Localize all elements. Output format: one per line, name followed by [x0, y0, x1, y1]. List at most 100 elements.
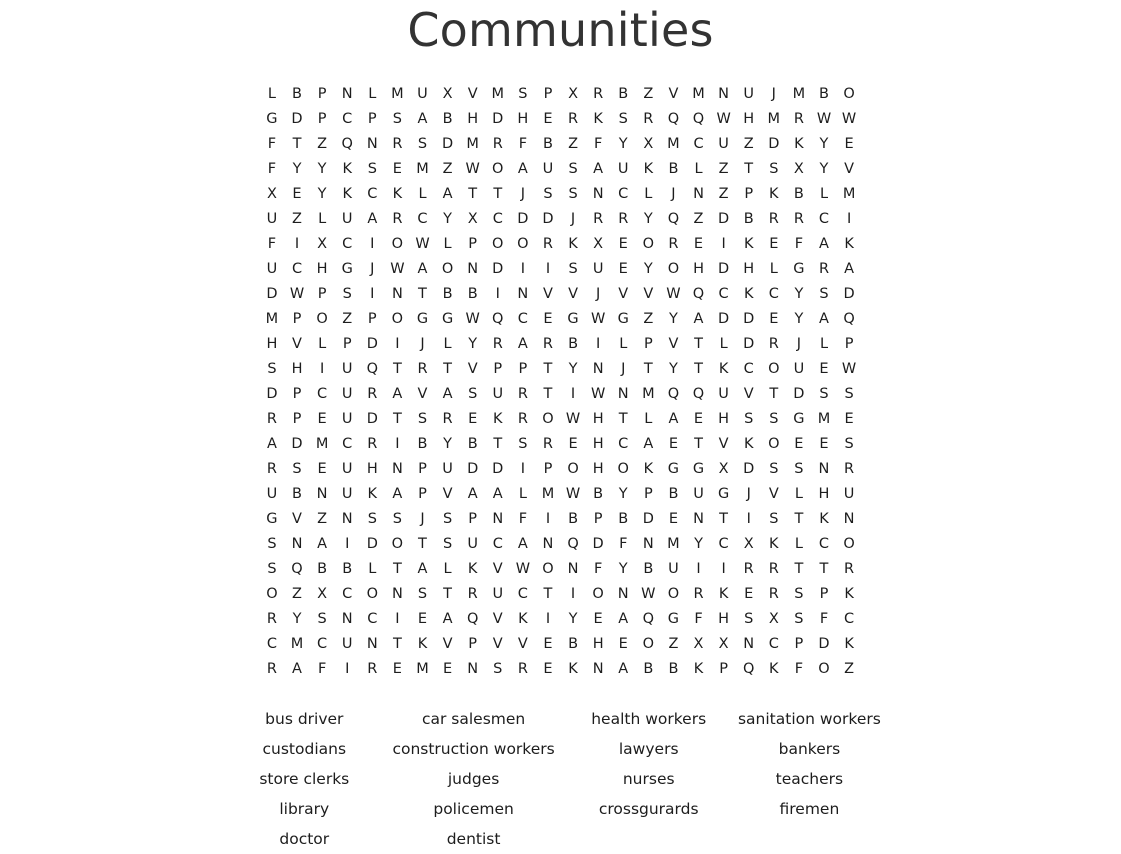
letter-cell[interactable]: B [535, 132, 560, 157]
letter-cell[interactable]: E [761, 232, 786, 257]
letter-cell[interactable]: C [611, 182, 636, 207]
letter-cell[interactable]: G [435, 307, 460, 332]
letter-cell[interactable]: S [510, 432, 535, 457]
letter-cell[interactable]: S [761, 507, 786, 532]
letter-cell[interactable]: W [711, 107, 736, 132]
letter-cell[interactable]: M [284, 632, 309, 657]
letter-cell[interactable]: S [811, 282, 836, 307]
letter-cell[interactable]: M [661, 132, 686, 157]
letter-cell[interactable]: R [736, 557, 761, 582]
letter-cell[interactable]: R [510, 382, 535, 407]
word-list-item[interactable]: library [231, 794, 379, 824]
letter-cell[interactable]: Y [811, 157, 836, 182]
letter-cell[interactable]: I [310, 357, 335, 382]
letter-cell[interactable]: E [661, 507, 686, 532]
letter-cell[interactable]: U [435, 457, 460, 482]
letter-cell[interactable]: P [510, 357, 535, 382]
letter-cell[interactable]: X [711, 457, 736, 482]
letter-cell[interactable]: W [561, 407, 586, 432]
letter-cell[interactable]: A [410, 257, 435, 282]
letter-cell[interactable]: O [385, 532, 410, 557]
letter-cell[interactable]: A [510, 332, 535, 357]
letter-cell[interactable]: B [435, 282, 460, 307]
letter-cell[interactable]: G [711, 482, 736, 507]
letter-cell[interactable]: Q [636, 607, 661, 632]
letter-cell[interactable]: E [586, 607, 611, 632]
letter-cell[interactable]: H [586, 432, 611, 457]
letter-cell[interactable]: B [410, 432, 435, 457]
letter-cell[interactable]: U [259, 482, 284, 507]
letter-cell[interactable]: V [284, 507, 309, 532]
letter-cell[interactable]: A [611, 657, 636, 682]
letter-cell[interactable]: D [460, 457, 485, 482]
letter-cell[interactable]: T [611, 407, 636, 432]
letter-cell[interactable]: C [335, 432, 360, 457]
letter-cell[interactable]: I [360, 282, 385, 307]
letter-cell[interactable]: Q [335, 132, 360, 157]
letter-cell[interactable]: N [561, 557, 586, 582]
letter-cell[interactable]: H [711, 407, 736, 432]
letter-cell[interactable]: S [736, 407, 761, 432]
letter-cell[interactable]: P [535, 457, 560, 482]
letter-cell[interactable]: Y [611, 557, 636, 582]
letter-cell[interactable]: C [761, 282, 786, 307]
letter-cell[interactable]: T [535, 382, 560, 407]
letter-cell[interactable]: P [837, 332, 862, 357]
letter-cell[interactable]: E [435, 657, 460, 682]
letter-cell[interactable]: F [586, 557, 611, 582]
letter-cell[interactable]: K [335, 157, 360, 182]
letter-cell[interactable]: W [586, 307, 611, 332]
letter-cell[interactable]: L [310, 207, 335, 232]
letter-cell[interactable]: V [736, 382, 761, 407]
letter-cell[interactable]: B [611, 82, 636, 107]
letter-cell[interactable]: S [837, 432, 862, 457]
letter-cell[interactable]: V [485, 607, 510, 632]
letter-cell[interactable]: D [711, 207, 736, 232]
letter-cell[interactable]: N [485, 507, 510, 532]
letter-cell[interactable]: R [837, 557, 862, 582]
letter-cell[interactable]: K [736, 282, 761, 307]
letter-cell[interactable]: S [761, 407, 786, 432]
letter-cell[interactable]: O [761, 357, 786, 382]
letter-cell[interactable]: D [736, 457, 761, 482]
letter-cell[interactable]: O [837, 82, 862, 107]
letter-cell[interactable]: P [636, 482, 661, 507]
letter-cell[interactable]: R [636, 107, 661, 132]
letter-cell[interactable]: C [837, 607, 862, 632]
letter-cell[interactable]: J [586, 282, 611, 307]
letter-cell[interactable]: O [385, 307, 410, 332]
letter-cell[interactable]: N [586, 357, 611, 382]
letter-cell[interactable]: S [561, 182, 586, 207]
letter-cell[interactable]: Z [636, 307, 661, 332]
letter-cell[interactable]: I [385, 432, 410, 457]
letter-cell[interactable]: K [711, 357, 736, 382]
letter-cell[interactable]: Y [811, 132, 836, 157]
word-list-item[interactable]: bus driver [231, 704, 379, 734]
letter-cell[interactable]: H [586, 407, 611, 432]
letter-cell[interactable]: V [561, 282, 586, 307]
letter-cell[interactable]: I [535, 257, 560, 282]
letter-cell[interactable]: N [611, 582, 636, 607]
letter-cell[interactable]: G [259, 107, 284, 132]
letter-cell[interactable]: Z [711, 157, 736, 182]
letter-cell[interactable]: K [786, 132, 811, 157]
letter-cell[interactable]: C [335, 582, 360, 607]
letter-cell[interactable]: A [385, 482, 410, 507]
letter-cell[interactable]: H [259, 332, 284, 357]
letter-cell[interactable]: V [410, 382, 435, 407]
letter-cell[interactable]: Y [310, 182, 335, 207]
letter-cell[interactable]: S [410, 407, 435, 432]
letter-cell[interactable]: A [284, 657, 309, 682]
letter-cell[interactable]: N [385, 457, 410, 482]
letter-cell[interactable]: U [335, 357, 360, 382]
letter-cell[interactable]: C [360, 182, 385, 207]
letter-cell[interactable]: E [837, 407, 862, 432]
letter-cell[interactable]: R [661, 232, 686, 257]
letter-cell[interactable]: O [485, 232, 510, 257]
letter-cell[interactable]: O [259, 582, 284, 607]
letter-cell[interactable]: I [561, 582, 586, 607]
letter-cell[interactable]: R [586, 82, 611, 107]
letter-cell[interactable]: E [284, 182, 309, 207]
letter-cell[interactable]: B [284, 482, 309, 507]
letter-cell[interactable]: P [485, 357, 510, 382]
